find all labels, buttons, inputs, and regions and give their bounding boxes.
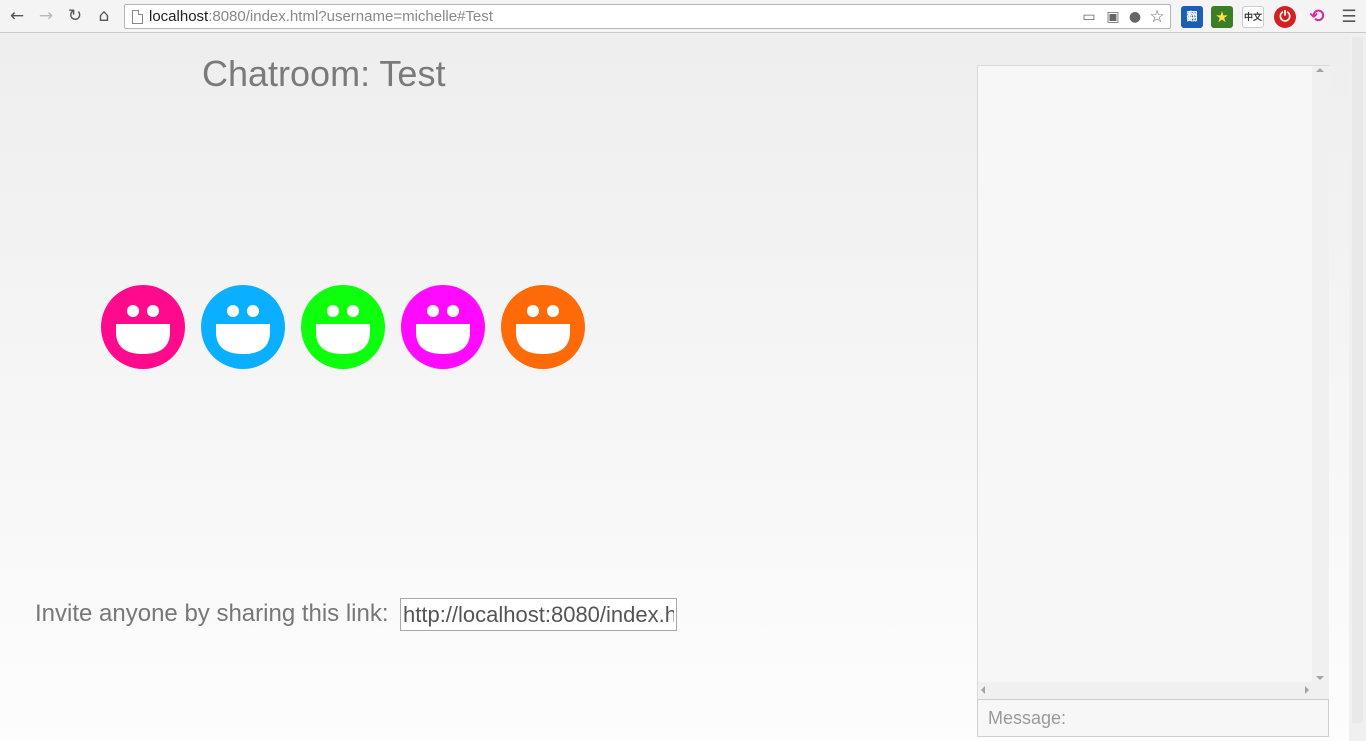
- page-title: Chatroom: Test: [202, 53, 446, 94]
- shield-icon[interactable]: ▣: [1104, 8, 1122, 26]
- smiley-avatar-icon: [401, 285, 485, 369]
- url-text[interactable]: localhost:8080/index.html?username=miche…: [149, 8, 493, 26]
- chat-vertical-scrollbar[interactable]: [1312, 66, 1329, 682]
- invite-link-field[interactable]: [400, 598, 677, 631]
- menu-icon[interactable]: ☰: [1338, 6, 1360, 28]
- back-arrow-icon[interactable]: ←: [6, 5, 28, 27]
- translate-extension-icon[interactable]: 翻: [1181, 6, 1203, 28]
- browser-toolbar: ← → ↻ ⌂ localhost:8080/index.html?userna…: [0, 0, 1366, 33]
- page-content: Chatroom: Test Invite anyone by sharing …: [0, 34, 1366, 741]
- reload-icon[interactable]: ↻: [64, 5, 86, 27]
- text-extension-icon[interactable]: 中文: [1242, 6, 1264, 28]
- invite-label: Invite anyone by sharing this link:: [35, 600, 389, 627]
- forward-arrow-icon[interactable]: →: [35, 5, 57, 27]
- smiley-avatar-icon: [301, 285, 385, 369]
- page-scrollbar[interactable]: [1349, 34, 1366, 741]
- lightbulb-icon[interactable]: ●: [1126, 8, 1144, 26]
- smiley-avatar-icon: [201, 285, 285, 369]
- page-icon: [132, 10, 143, 24]
- camera-icon[interactable]: ▭: [1080, 8, 1098, 26]
- scroll-right-icon[interactable]: [1305, 686, 1309, 694]
- smiley-avatar-icon: [501, 285, 585, 369]
- home-icon[interactable]: ⌂: [93, 5, 115, 27]
- chat-log[interactable]: [977, 65, 1329, 699]
- scroll-down-icon[interactable]: [1316, 676, 1324, 680]
- chat-horizontal-scrollbar[interactable]: [978, 682, 1312, 699]
- page-scrollbar-thumb[interactable]: [1352, 37, 1363, 723]
- scroll-up-icon[interactable]: [1316, 68, 1324, 72]
- scrollbar-corner: [1312, 682, 1329, 699]
- scroll-left-icon[interactable]: [981, 686, 985, 694]
- smiley-avatar-icon: [101, 285, 185, 369]
- star-extension-icon[interactable]: ★: [1211, 6, 1233, 28]
- message-input[interactable]: [977, 699, 1329, 737]
- pink-extension-icon[interactable]: ⟲: [1306, 6, 1328, 28]
- address-bar[interactable]: localhost:8080/index.html?username=miche…: [124, 4, 1171, 29]
- stop-extension-icon[interactable]: ⏻: [1274, 6, 1296, 28]
- bookmark-star-icon[interactable]: ☆: [1148, 8, 1166, 26]
